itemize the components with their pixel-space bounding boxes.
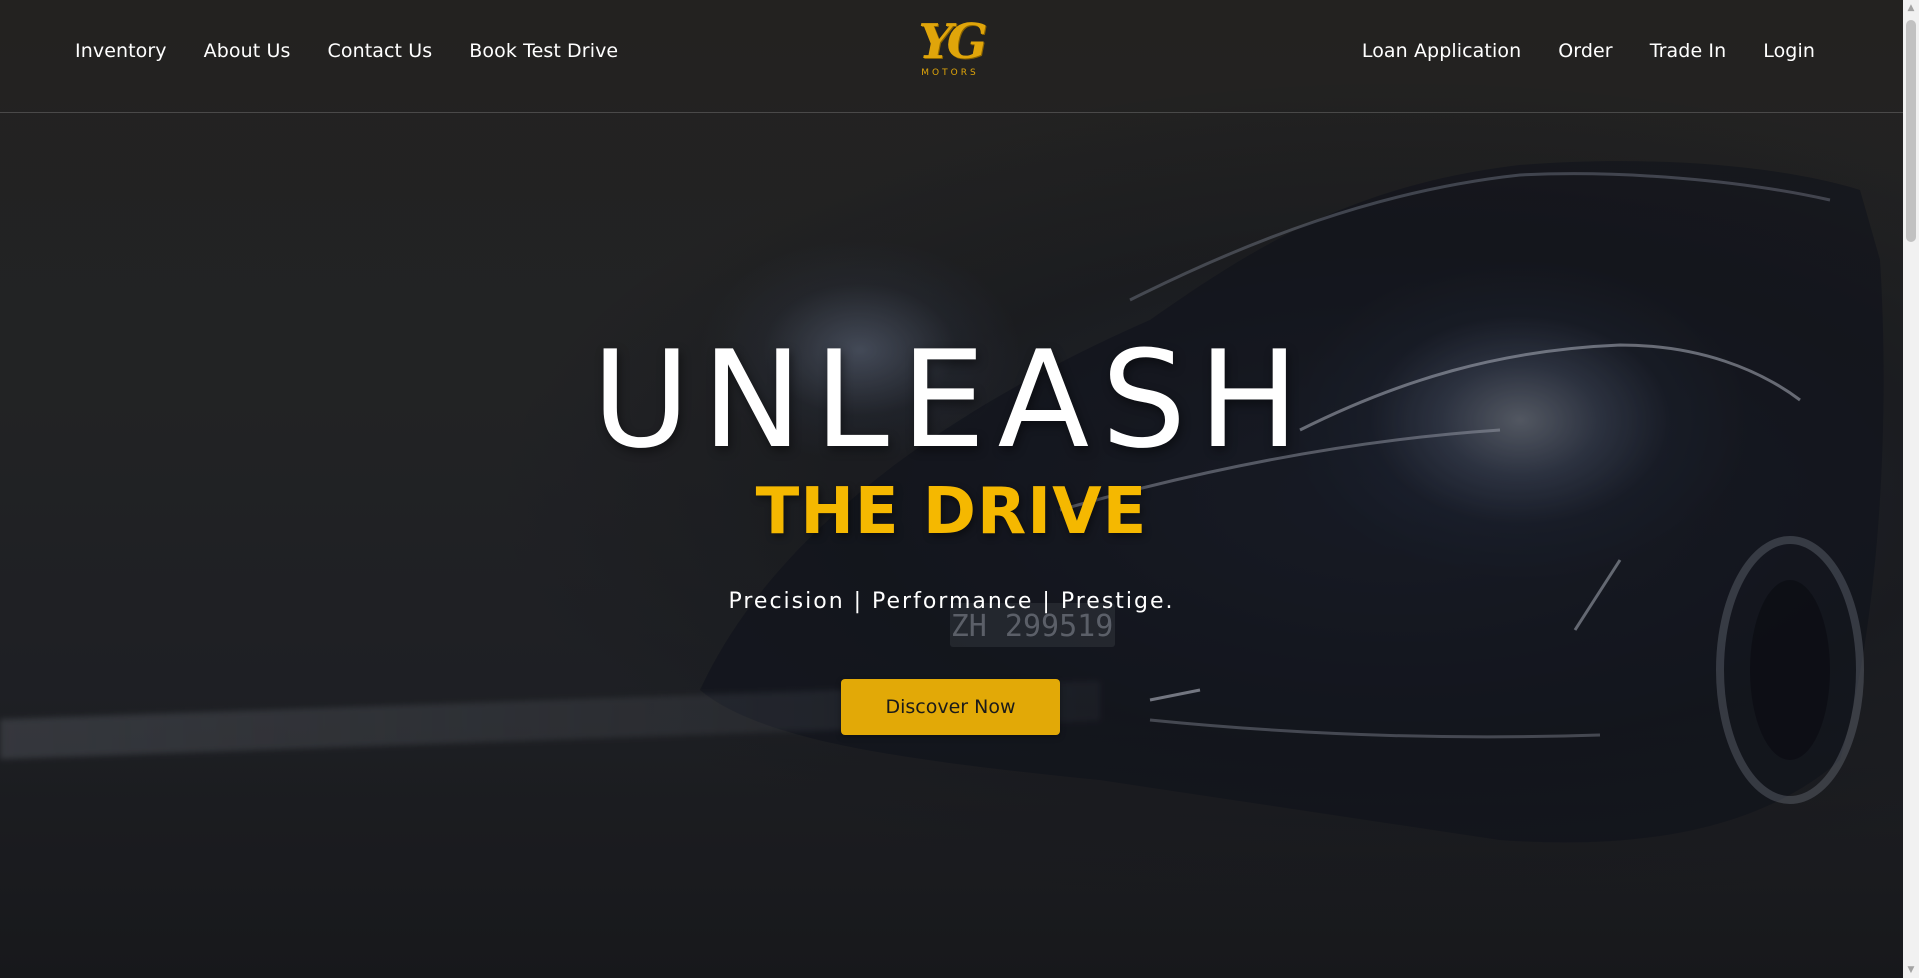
discover-now-button[interactable]: Discover Now bbox=[841, 679, 1060, 735]
triangle-down-icon[interactable]: ▼ bbox=[1903, 962, 1919, 978]
nav-link-order[interactable]: Order bbox=[1558, 40, 1613, 62]
triangle-up-icon[interactable]: ▲ bbox=[1903, 0, 1919, 16]
vertical-scrollbar[interactable]: ▲ ▼ bbox=[1903, 0, 1919, 978]
nav-link-inventory[interactable]: Inventory bbox=[75, 40, 167, 62]
hero-tagline: Precision | Performance | Prestige. bbox=[728, 589, 1175, 614]
nav-link-book-test-drive[interactable]: Book Test Drive bbox=[469, 40, 618, 62]
nav-left-group: Inventory About Us Contact Us Book Test … bbox=[75, 40, 618, 62]
hero-subtitle: THE DRIVE bbox=[755, 475, 1148, 549]
page: ZH 299519 Inventory About Us Contact Us … bbox=[0, 0, 1903, 978]
hero-title: UNLEASH bbox=[591, 322, 1312, 478]
logo[interactable]: YG MOTORS bbox=[912, 14, 988, 96]
nav-link-loan-application[interactable]: Loan Application bbox=[1362, 40, 1521, 62]
nav-link-contact-us[interactable]: Contact Us bbox=[327, 40, 432, 62]
nav-right-group: Loan Application Order Trade In Login bbox=[1362, 40, 1815, 62]
top-navbar: Inventory About Us Contact Us Book Test … bbox=[0, 0, 1903, 113]
nav-link-about-us[interactable]: About Us bbox=[204, 40, 291, 62]
scrollbar-thumb[interactable] bbox=[1906, 20, 1916, 242]
nav-link-login[interactable]: Login bbox=[1763, 40, 1815, 62]
logo-text: MOTORS bbox=[921, 68, 979, 78]
logo-mark: YG bbox=[918, 14, 987, 70]
nav-link-trade-in[interactable]: Trade In bbox=[1650, 40, 1727, 62]
